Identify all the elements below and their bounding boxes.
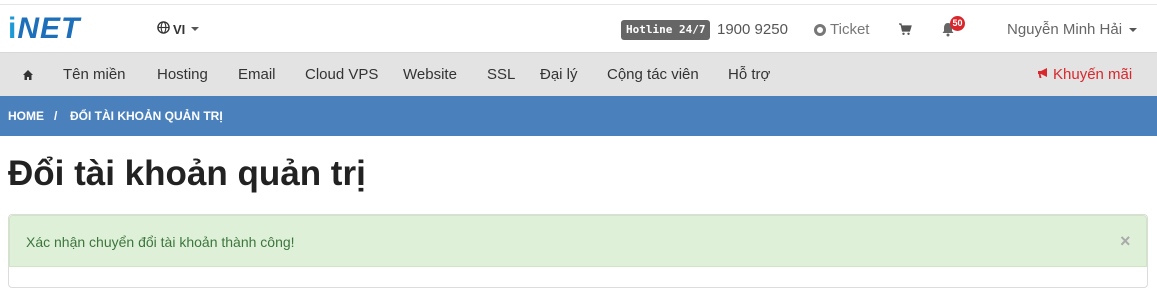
globe-icon	[157, 21, 170, 37]
nav-item-hosting[interactable]: Hosting	[157, 66, 208, 84]
main-nav: Tên miền Hosting Email Cloud VPS Website…	[0, 52, 1157, 96]
user-menu[interactable]: Nguyễn Minh Hải	[1007, 20, 1138, 40]
notification-count-badge: 50	[950, 16, 965, 31]
success-alert: Xác nhận chuyển đổi tài khoản thành công…	[9, 215, 1147, 267]
language-label: VI	[173, 21, 186, 37]
logo-net: NET	[17, 12, 81, 45]
content-panel: Xác nhận chuyển đổi tài khoản thành công…	[8, 214, 1148, 288]
bullhorn-icon	[1037, 66, 1049, 84]
hotline-badge: Hotline 24/7	[621, 20, 711, 40]
hotline-number[interactable]: 1900 9250	[717, 20, 788, 40]
lifebuoy-icon	[814, 24, 826, 36]
user-name: Nguyễn Minh Hải	[1007, 21, 1123, 38]
nav-item-cloud-vps[interactable]: Cloud VPS	[305, 66, 378, 84]
promo-label: Khuyến mãi	[1053, 66, 1133, 83]
alert-message: Xác nhận chuyển đổi tài khoản thành công…	[26, 234, 295, 250]
shopping-cart-icon[interactable]	[898, 22, 912, 36]
close-icon[interactable]: ×	[1120, 231, 1131, 251]
nav-item-website[interactable]: Website	[403, 66, 457, 84]
chevron-down-icon	[1129, 28, 1138, 33]
breadcrumb: HOME / ĐỔI TÀI KHOẢN QUẢN TRỊ	[0, 96, 1157, 136]
home-icon[interactable]	[22, 68, 34, 80]
chevron-down-icon	[191, 27, 200, 31]
nav-item-email[interactable]: Email	[238, 66, 276, 84]
ticket-link[interactable]: Ticket	[814, 20, 869, 40]
inet-logo[interactable]: iNET	[8, 14, 80, 44]
breadcrumb-current: ĐỔI TÀI KHOẢN QUẢN TRỊ	[70, 109, 223, 123]
breadcrumb-home[interactable]: HOME	[8, 109, 44, 123]
nav-item-ten-mien[interactable]: Tên miền	[63, 66, 126, 84]
top-bar: iNET VI Hotline 24/7 1900 9250 Ticket 50…	[0, 4, 1157, 52]
ticket-label: Ticket	[830, 21, 870, 38]
nav-item-dai-ly[interactable]: Đại lý	[540, 66, 578, 84]
language-selector[interactable]: VI	[157, 21, 200, 37]
page-title: Đổi tài khoản quản trị	[8, 154, 366, 193]
promo-link[interactable]: Khuyến mãi	[1037, 66, 1132, 84]
nav-item-ho-tro[interactable]: Hỗ trợ	[728, 66, 770, 84]
nav-item-ssl[interactable]: SSL	[487, 66, 515, 84]
breadcrumb-separator: /	[54, 109, 58, 123]
logo-i: i	[8, 12, 18, 45]
nav-item-cong-tac-vien[interactable]: Cộng tác viên	[607, 66, 699, 84]
